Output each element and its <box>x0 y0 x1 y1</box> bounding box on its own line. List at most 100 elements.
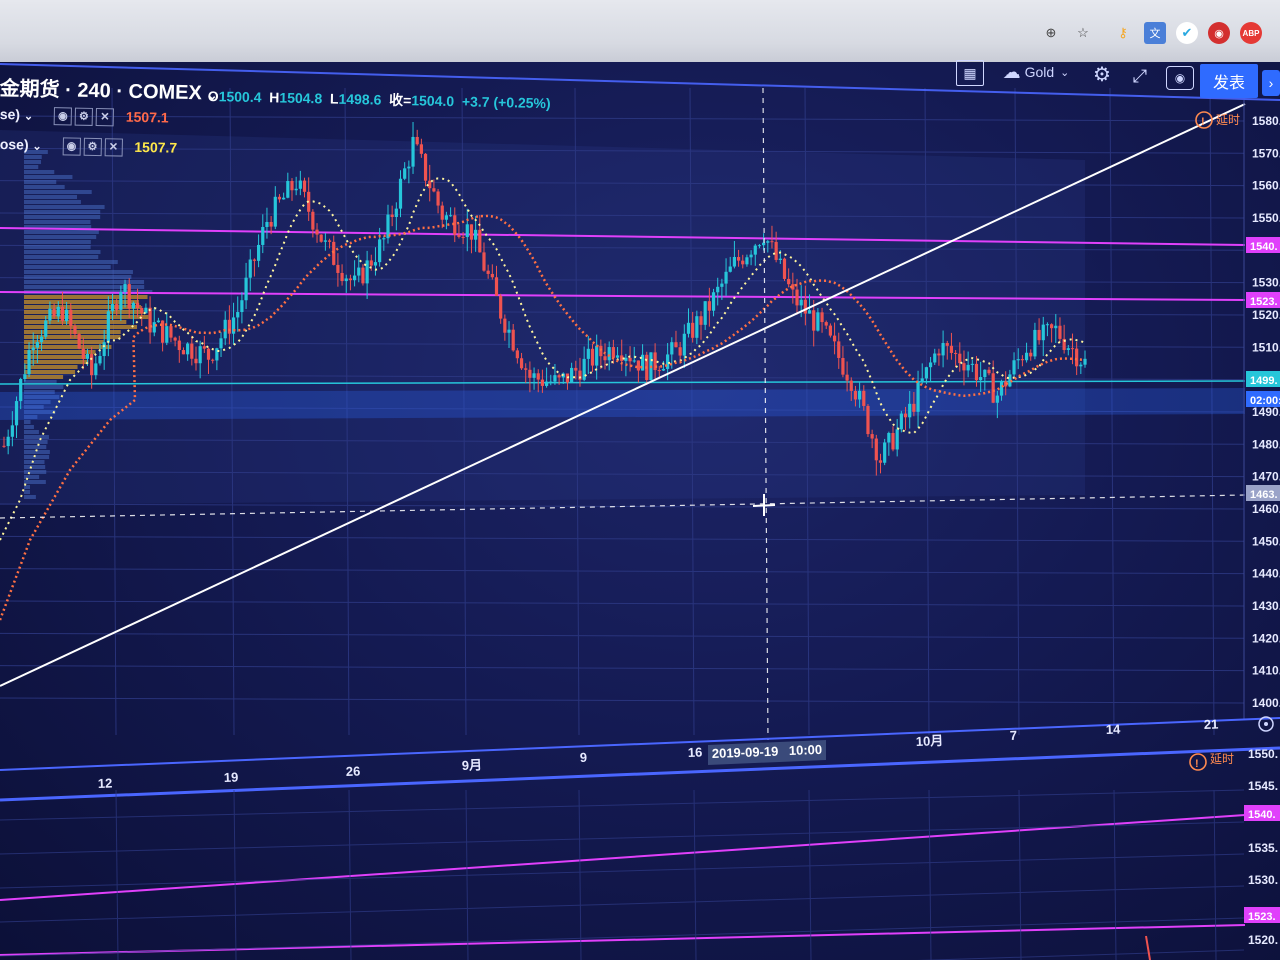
volume-profile-bar <box>24 210 100 214</box>
time-tick-label: 7 <box>1010 728 1018 743</box>
settings-icon[interactable]: ⚙ <box>1090 62 1114 86</box>
volume-profile-bar <box>24 460 44 464</box>
volume-profile-bar <box>24 200 81 204</box>
price-tick-label: 1490. <box>1252 405 1280 419</box>
crosshair-time: 10:00 <box>789 742 823 758</box>
change-value: +3.7 (+0.25%) <box>462 93 551 111</box>
volume-profile-bar <box>24 370 75 374</box>
volume-profile-bar <box>24 465 45 469</box>
high-value: 1504.8 <box>279 89 322 106</box>
visibility-icon[interactable]: ◉ <box>54 107 72 125</box>
candle <box>411 122 414 174</box>
volume-profile-bar <box>24 430 39 434</box>
volume-profile-bar <box>24 190 92 194</box>
close-icon[interactable]: ✕ <box>104 138 122 156</box>
volume-profile-bar <box>24 385 63 389</box>
volume-profile-bar <box>24 420 30 424</box>
volume-profile-bar <box>24 205 105 209</box>
volume-profile-bar <box>24 215 100 219</box>
chevron-down-icon: ⌄ <box>32 141 41 153</box>
volume-profile-bar <box>24 255 98 259</box>
volume-profile-bar <box>24 250 100 254</box>
price-tick-label: 1470. <box>1252 470 1280 484</box>
price-tick-label: 1530. <box>1252 276 1280 290</box>
indicator-1-name: se) <box>0 106 20 122</box>
volume-profile-bar <box>24 180 56 184</box>
candle <box>883 439 886 465</box>
volume-profile-bar <box>24 440 48 444</box>
candle <box>416 130 419 146</box>
volume-profile-bar <box>24 230 99 234</box>
lower-price-tag-label: 1540. <box>1248 809 1276 821</box>
indicator-2-name: ose) <box>0 136 29 153</box>
volume-profile-bar <box>24 490 30 494</box>
lower-price-tick: 1545. <box>1248 779 1278 793</box>
next-icon[interactable]: › <box>1262 70 1280 96</box>
lower-pane-grid <box>0 790 1244 960</box>
candle <box>78 333 81 350</box>
symbol-search-button[interactable]: ☁ Gold ⌄ <box>994 60 1078 84</box>
price-tick-label: 1510. <box>1252 340 1280 354</box>
time-tick-label: 14 <box>1106 721 1122 737</box>
indicator-row-1[interactable]: se) ⌄ ◉ ⚙ ✕ 1507.1 <box>0 106 169 128</box>
symbol-title[interactable]: 金期货 · 240 · COMEX ⌄ <box>0 72 218 106</box>
low-label: L <box>330 91 339 107</box>
price-tag-label: 1499. <box>1250 375 1278 387</box>
settings-icon[interactable]: ⚙ <box>83 138 101 156</box>
volume-profile-bar <box>24 335 121 339</box>
candle <box>320 234 323 243</box>
time-tick-label: 19 <box>224 769 239 785</box>
volume-profile-bar <box>24 165 38 169</box>
settings-icon[interactable]: ⚙ <box>75 108 93 126</box>
crosshair-date: 2019-09-19 <box>712 744 779 761</box>
volume-profile-bar <box>24 330 121 334</box>
price-axis[interactable]: 1580. 1570. 1560. 1550. 1530. 1520. 1510. 1490.… <box>1252 114 1280 710</box>
volume-profile-bar <box>24 260 118 264</box>
layout-icon[interactable]: ▦ <box>956 60 984 86</box>
lower-price-tags: 1540.1523. <box>1244 805 1280 923</box>
time-tick-label: 26 <box>346 763 361 779</box>
volume-profile-bar <box>24 170 54 174</box>
fullscreen-icon[interactable]: ⤢ <box>1128 64 1152 88</box>
close-value: 1504.0 <box>411 92 454 109</box>
price-tick-label: 1580. <box>1252 114 1280 128</box>
close-icon[interactable]: ✕ <box>96 108 114 126</box>
time-axis-line <box>0 718 1280 770</box>
time-tick-label: 21 <box>1204 716 1219 732</box>
volume-profile-bar <box>24 240 91 244</box>
volume-profile-bar <box>24 280 144 284</box>
time-tick-label: 16 <box>688 744 703 760</box>
indicator-1-value: 1507.1 <box>126 109 169 126</box>
crosshair-time-tag: 2019-09-19 10:00 <box>708 740 826 765</box>
indicator-row-2[interactable]: ose) ⌄ ◉ ⚙ ✕ 1507.7 <box>0 136 177 158</box>
volume-profile-bar <box>24 445 46 449</box>
lower-price-tick: 1520. <box>1248 933 1278 947</box>
volume-profile-bar <box>24 175 72 179</box>
lower-resistance-1540 <box>0 815 1245 900</box>
price-tick-label: 1550. <box>1252 211 1280 225</box>
volume-profile-bar <box>24 495 36 499</box>
price-chart[interactable]: 1580. 1570. 1560. 1550. 1530. 1520. 1510. 1490.… <box>0 0 1280 960</box>
close-label: 收= <box>389 92 412 108</box>
price-tick-label: 1520. <box>1252 308 1280 322</box>
symbol-name: 金期货 · 240 · COMEX <box>0 78 202 104</box>
candle <box>783 258 786 281</box>
high-label: H <box>269 89 279 105</box>
delay-badge-top: ! 延时 <box>1196 112 1240 128</box>
price-tick-label: 1410. <box>1252 664 1280 678</box>
volume-profile-bar <box>24 185 65 189</box>
volume-profile-bar <box>24 305 141 309</box>
price-tick-label: 1560. <box>1252 179 1280 193</box>
lower-price-tick: 1550. <box>1248 747 1278 761</box>
camera-icon[interactable]: ◉ <box>1166 66 1194 90</box>
price-tick-label: 1480. <box>1252 437 1280 451</box>
pane-separator <box>0 748 1280 800</box>
volume-profile-bar <box>24 455 49 459</box>
delay-badge-bottom: ! 延时 <box>1190 752 1234 770</box>
volume-profile-bar <box>24 220 90 224</box>
publish-button[interactable]: 发表 <box>1200 64 1258 98</box>
volume-profile-bar <box>24 425 34 429</box>
visibility-icon[interactable]: ◉ <box>62 138 80 156</box>
svg-text:!: ! <box>1195 758 1199 770</box>
price-tag-label: 1540. <box>1250 241 1278 253</box>
